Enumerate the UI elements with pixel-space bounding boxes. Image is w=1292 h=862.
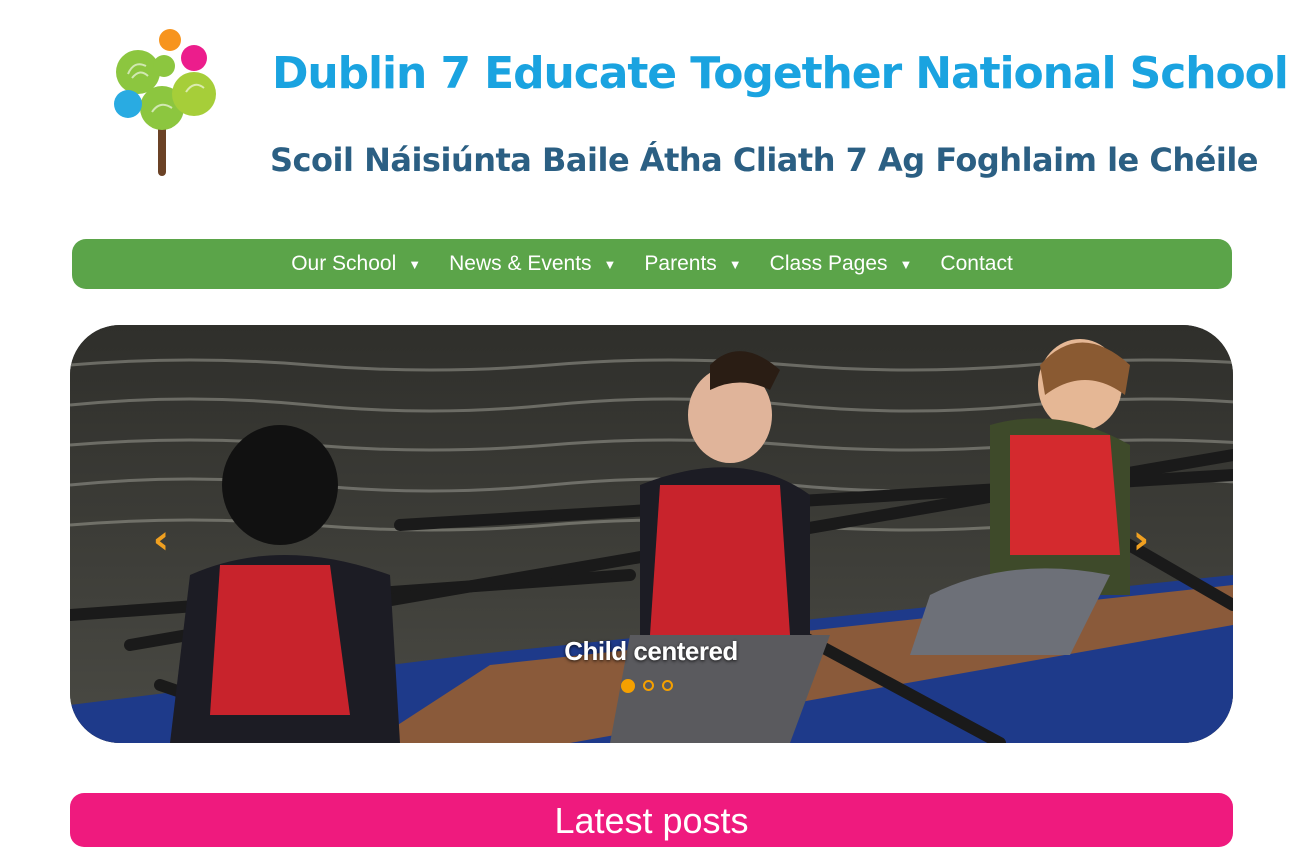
nav-item-our-school[interactable]: Our School ▼ [291,252,421,276]
nav-item-label: News & Events [449,252,592,275]
nav-item-class-pages[interactable]: Class Pages ▼ [770,252,913,276]
slider-dot-2[interactable] [643,680,654,691]
dropdown-caret-icon: ▼ [603,256,617,272]
main-navigation: Our School ▼ News & Events ▼ Parents ▼ C… [72,239,1232,289]
dropdown-caret-icon: ▼ [408,256,422,272]
nav-item-contact[interactable]: Contact [940,252,1012,276]
site-subtitle: Scoil Náisiúnta Baile Átha Cliath 7 Ag F… [270,141,1259,179]
slide-caption: Child centered [564,636,738,666]
slider-pagination [621,679,673,693]
slider-next-icon[interactable]: › [1126,520,1156,560]
nav-item-label: Contact [940,252,1013,275]
nav-item-news-events[interactable]: News & Events ▼ [449,252,616,276]
nav-item-label: Our School [291,252,397,275]
nav-item-label: Class Pages [769,252,888,275]
dropdown-caret-icon: ▼ [728,256,742,272]
dropdown-caret-icon: ▼ [899,256,913,272]
nav-item-parents[interactable]: Parents ▼ [644,252,741,276]
site-title[interactable]: Dublin 7 Educate Together National Schoo… [272,48,1289,99]
slider-dot-3[interactable] [662,680,673,691]
slider-dot-1[interactable] [621,679,635,693]
school-logo-icon[interactable] [106,26,226,178]
latest-posts-heading: Latest posts [70,793,1233,847]
nav-item-label: Parents [644,252,717,275]
slider-prev-icon[interactable]: ‹ [146,520,176,560]
